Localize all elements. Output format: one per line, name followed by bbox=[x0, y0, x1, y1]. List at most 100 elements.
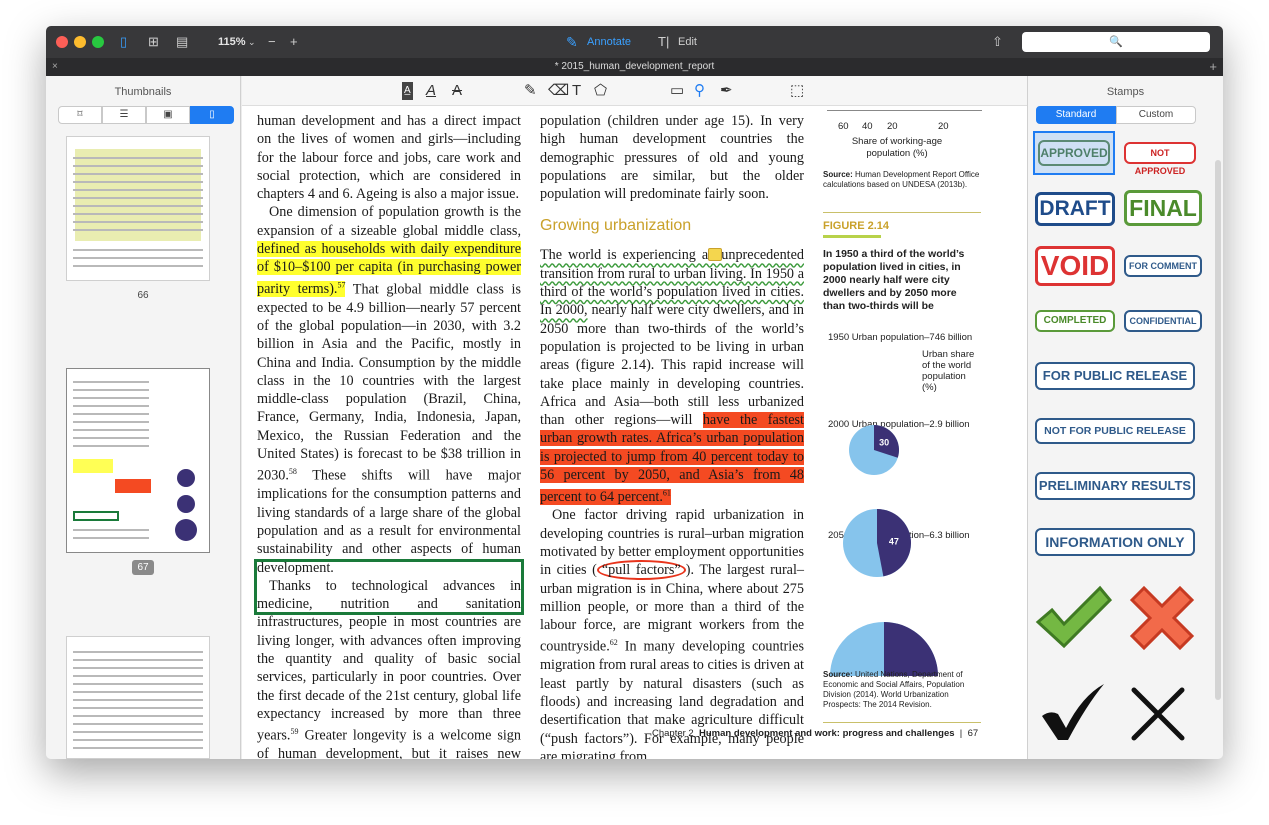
text-box-icon[interactable]: T bbox=[572, 82, 581, 100]
annotate-pen-icon[interactable]: ✎ bbox=[566, 34, 578, 50]
add-tab-icon[interactable]: + bbox=[1209, 58, 1217, 76]
information-only-stamp[interactable]: INFORMATION ONLY bbox=[1035, 528, 1195, 556]
col1-paragraph-1: human development and has a direct impac… bbox=[257, 113, 521, 203]
search-input[interactable]: 🔍 bbox=[1022, 32, 1210, 52]
completed-stamp[interactable]: COMPLETED bbox=[1035, 310, 1115, 332]
footer-title: Human development and work: progress and… bbox=[699, 728, 955, 739]
not-for-public-release-stamp[interactable]: NOT FOR PUBLIC RELEASE bbox=[1035, 418, 1195, 444]
figure-label: FIGURE 2.14 bbox=[823, 220, 890, 232]
black-cross-icon[interactable] bbox=[1128, 684, 1188, 744]
col2-paragraph-2a: nearly half were city dwellers, and in 2… bbox=[540, 302, 804, 429]
footnote-58: 58 bbox=[288, 467, 297, 477]
final-stamp[interactable]: FINAL bbox=[1124, 190, 1202, 226]
void-stamp[interactable]: VOID bbox=[1035, 246, 1115, 286]
document-tab-title[interactable]: * 2015_human_development_report bbox=[46, 58, 1223, 76]
document-view: A̲ A A ✎ ⌫ T ⬠ ▭ ⚲ ✒ ⬚ human development… bbox=[242, 76, 1027, 759]
share-icon[interactable]: ⇧ bbox=[992, 34, 1003, 50]
figure-divider bbox=[823, 212, 981, 213]
green-rectangle-annotation[interactable] bbox=[254, 559, 524, 615]
pie-value-label-1950: 30 bbox=[879, 438, 889, 448]
search-icon: 🔍 bbox=[1109, 36, 1123, 48]
pie-value-label-2000: 47 bbox=[889, 536, 899, 546]
black-checkmark-icon[interactable] bbox=[1038, 682, 1108, 742]
chevron-down-icon[interactable]: ⌄ bbox=[248, 34, 256, 50]
footer-page-number: 67 bbox=[967, 728, 979, 739]
strikethrough-icon[interactable]: A bbox=[452, 82, 462, 100]
thumbnail-page-66[interactable] bbox=[66, 136, 210, 281]
preliminary-results-stamp[interactable]: PRELIMINARY RESULTS bbox=[1035, 472, 1195, 500]
zoom-out-icon[interactable]: − bbox=[268, 34, 276, 50]
stamps-scrollbar[interactable] bbox=[1215, 160, 1221, 700]
custom-stamps-tab[interactable]: Custom bbox=[1116, 106, 1196, 124]
thumbnails-tab[interactable]: ▯ bbox=[190, 106, 234, 124]
signature-icon[interactable]: ✒ bbox=[720, 82, 733, 100]
thumbnails-title: Thumbnails bbox=[114, 86, 172, 98]
footer-divider bbox=[823, 722, 981, 723]
axis-tick-40: 40 bbox=[862, 121, 873, 132]
confidential-stamp[interactable]: CONFIDENTIAL bbox=[1124, 310, 1202, 332]
thumbnail-page-67[interactable] bbox=[66, 368, 210, 553]
bookmark-tab[interactable]: ⌑ bbox=[58, 106, 102, 124]
for-comment-stamp[interactable]: FOR COMMENT bbox=[1124, 255, 1202, 277]
page-number-66: 66 bbox=[137, 290, 149, 301]
app-window: ▯ ⊞ ▤ 115% ⌄ − + ✎ Annotate T| Edit ⇧ 🔍 … bbox=[46, 26, 1223, 759]
urbanization-pie-charts: 304766 bbox=[830, 425, 938, 676]
sticky-note-icon[interactable] bbox=[708, 248, 722, 261]
zoom-in-icon[interactable]: + bbox=[290, 34, 298, 50]
zoom-window-button[interactable] bbox=[92, 36, 104, 48]
text-column-2: population (children under age 15). In v… bbox=[540, 112, 804, 759]
red-cross-icon[interactable] bbox=[1124, 582, 1200, 652]
zoom-level[interactable]: 115% bbox=[218, 34, 246, 50]
col2-paragraph-3c: In many developing countries migration f… bbox=[540, 639, 804, 759]
axis-tick-20-right: 20 bbox=[938, 121, 949, 132]
col1-paragraph-2a: One dimension of population growth is th… bbox=[257, 204, 521, 239]
approved-stamp[interactable]: APPROVED bbox=[1038, 140, 1110, 166]
page-footer: Chapter 2 Human development and work: pr… bbox=[652, 728, 979, 739]
text-highlight-icon[interactable]: A̲ bbox=[402, 82, 413, 100]
axis-title: Share of working-age population (%) bbox=[851, 136, 943, 159]
source-note-1: Source: Human Development Report Office … bbox=[823, 170, 981, 190]
thumbnails-sidebar: Thumbnails ⌑ ☰ ▣ ▯ 66 67 bbox=[46, 76, 241, 759]
not-approved-stamp[interactable]: NOT APPROVED bbox=[1124, 142, 1196, 176]
stamp-icon[interactable]: ⚲ bbox=[694, 82, 705, 100]
draft-stamp[interactable]: DRAFT bbox=[1035, 192, 1115, 226]
page-number-67: 67 bbox=[132, 560, 154, 575]
text-column-1: human development and has a direct impac… bbox=[257, 112, 521, 759]
annotate-tab[interactable]: Annotate bbox=[587, 34, 631, 50]
axis-tick-20: 20 bbox=[887, 121, 898, 132]
col1-paragraph-2b: That global middle class is expected to … bbox=[257, 281, 521, 485]
underline-icon[interactable]: A bbox=[426, 82, 436, 100]
annotation-toolbar: A̲ A A ✎ ⌫ T ⬠ ▭ ⚲ ✒ ⬚ bbox=[242, 76, 1027, 106]
two-page-icon[interactable]: ▤ bbox=[176, 34, 188, 50]
edit-tab[interactable]: Edit bbox=[678, 34, 697, 50]
green-checkmark-icon[interactable] bbox=[1034, 582, 1114, 652]
footer-chapter: Chapter 2 bbox=[652, 728, 694, 739]
thumbnail-page-68[interactable] bbox=[66, 636, 210, 759]
title-bar: ▯ ⊞ ▤ 115% ⌄ − + ✎ Annotate T| Edit ⇧ 🔍 bbox=[46, 26, 1223, 58]
figure-accent-bar bbox=[823, 235, 881, 238]
red-ellipse-annotation[interactable]: “pull factors” bbox=[596, 560, 686, 581]
footnote-61: 61 bbox=[662, 488, 671, 498]
col2-paragraph-1: population (children under age 15). In v… bbox=[540, 113, 804, 203]
outline-tab[interactable]: ☰ bbox=[102, 106, 146, 124]
selection-icon[interactable]: ⬚ bbox=[790, 82, 804, 100]
shape-icon[interactable]: ⬠ bbox=[594, 82, 607, 100]
stamps-title: Stamps bbox=[1106, 86, 1145, 98]
document-tab-bar: × * 2015_human_development_report + bbox=[46, 58, 1223, 76]
annotations-tab[interactable]: ▣ bbox=[146, 106, 190, 124]
grid-view-icon[interactable]: ⊞ bbox=[148, 34, 159, 50]
axis-line bbox=[827, 110, 982, 111]
eraser-icon[interactable]: ⌫ bbox=[548, 82, 569, 100]
stamps-sidebar: Stamps Standard Custom APPROVED NOT APPR… bbox=[1027, 76, 1223, 759]
note-icon[interactable]: ▭ bbox=[670, 82, 684, 100]
sidebar-toggle-icon[interactable]: ▯ bbox=[120, 34, 127, 50]
pen-icon[interactable]: ✎ bbox=[524, 82, 537, 100]
source-2-label: Source: bbox=[823, 670, 853, 679]
section-heading: Growing urbanization bbox=[540, 217, 692, 235]
minimize-window-button[interactable] bbox=[74, 36, 86, 48]
for-public-release-stamp[interactable]: FOR PUBLIC RELEASE bbox=[1035, 362, 1195, 390]
text-cursor-icon: T| bbox=[658, 34, 670, 49]
close-window-button[interactable] bbox=[56, 36, 68, 48]
standard-stamps-tab[interactable]: Standard bbox=[1036, 106, 1116, 124]
footnote-62: 62 bbox=[609, 638, 618, 648]
